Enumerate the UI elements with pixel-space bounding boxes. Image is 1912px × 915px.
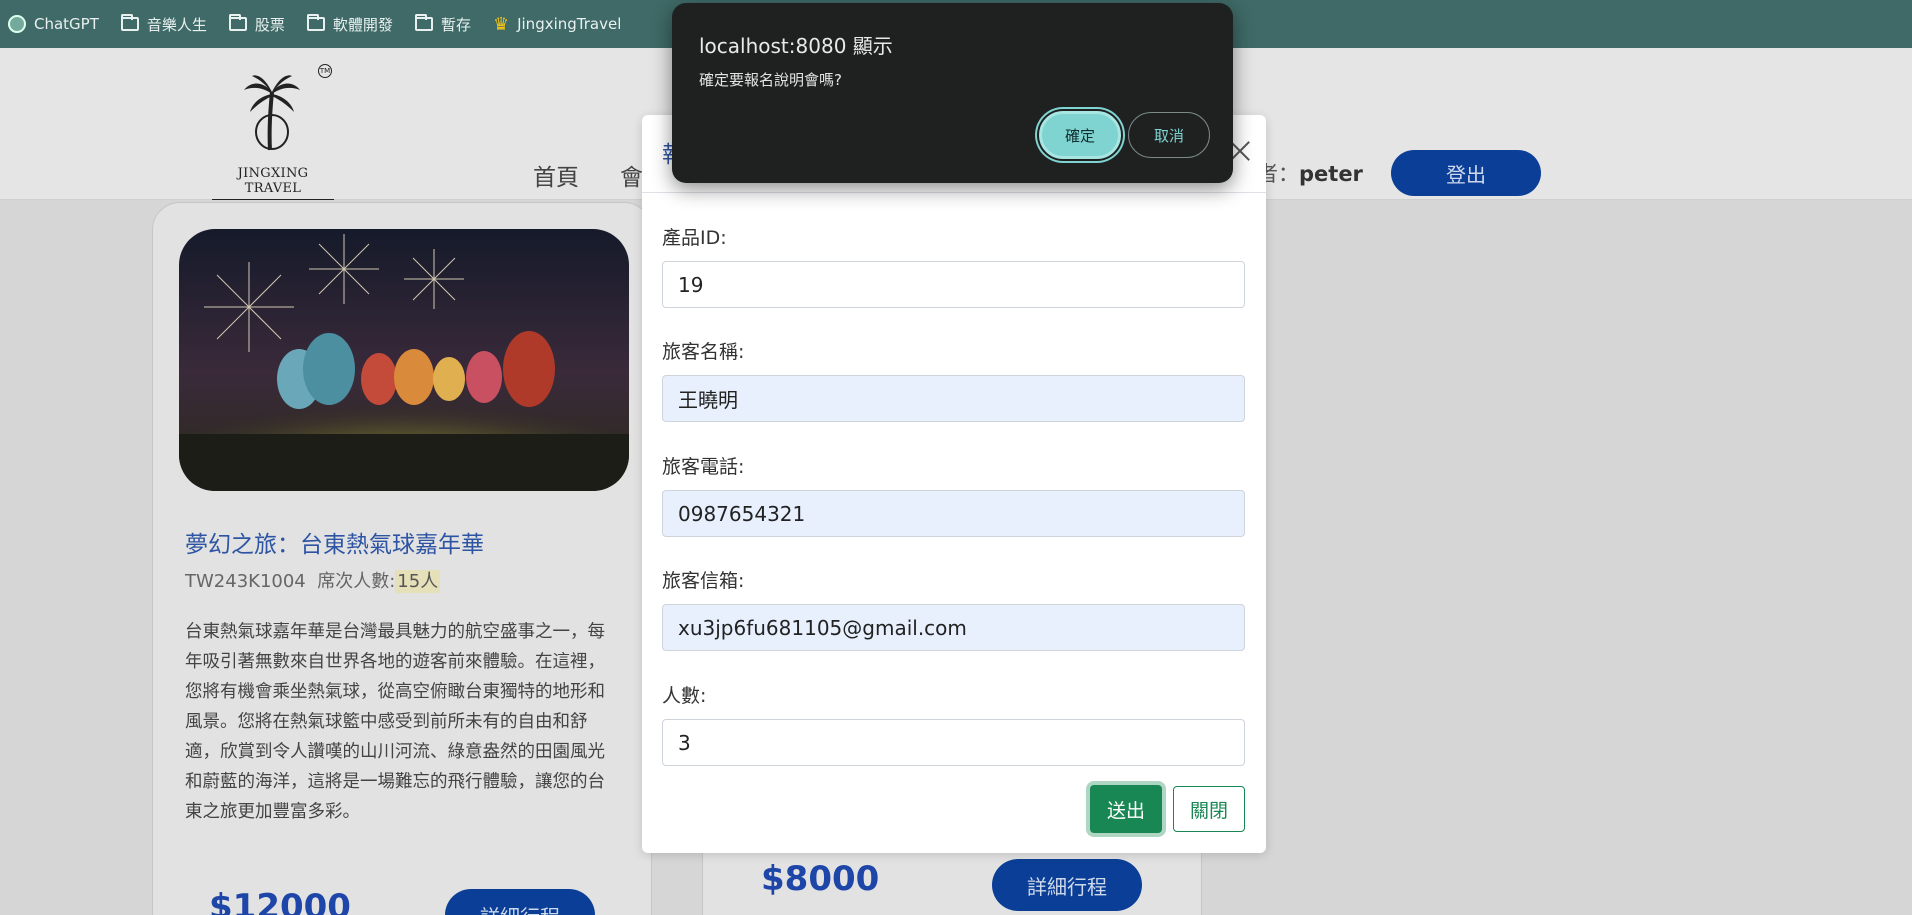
bookmark-folder-software[interactable]: 軟體開發 <box>306 14 393 35</box>
product-id-label: 產品ID: <box>662 227 727 249</box>
site-logo[interactable]: TM JINGXING TRAVEL <box>212 62 334 200</box>
card-subtitle: TW243K1004 席次人數: 15人 <box>185 567 441 593</box>
confirm-dialog: localhost:8080 顯示 確定要報名說明會嗎? 確定 取消 <box>672 3 1233 183</box>
card-description: 台東熱氣球嘉年華是台灣最具魅力的航空盛事之一，每年吸引著無數來自世界各地的遊客前… <box>185 622 605 822</box>
dialog-title: localhost:8080 顯示 <box>699 34 893 58</box>
crown-icon: ♛ <box>492 13 510 35</box>
traveler-email-input[interactable] <box>662 604 1245 651</box>
registration-modal: 報 產品ID: 旅客名稱: 旅客電話: 旅客信箱: 人數: 送出 關閉 <box>642 115 1266 853</box>
card-price: $12000 <box>209 887 351 915</box>
traveler-name-input[interactable] <box>662 375 1245 422</box>
close-button[interactable]: 關閉 <box>1173 786 1245 832</box>
traveler-phone-input[interactable] <box>662 490 1245 537</box>
product-image <box>179 229 629 491</box>
confirm-cancel-button[interactable]: 取消 <box>1128 112 1210 158</box>
product-code: TW243K1004 <box>185 571 306 592</box>
bookmark-label: 暫存 <box>440 15 471 34</box>
bookmark-label: 音樂人生 <box>146 15 207 34</box>
confirm-ok-button[interactable]: 確定 <box>1039 111 1121 159</box>
product-id-input[interactable] <box>662 261 1245 308</box>
submit-button[interactable]: 送出 <box>1090 785 1162 833</box>
logo-text: JINGXING TRAVEL <box>212 166 334 200</box>
folder-icon <box>414 14 433 31</box>
folder-icon <box>306 14 325 31</box>
nav-home[interactable]: 首頁 <box>533 158 579 192</box>
bookmark-label: 軟體開發 <box>332 15 393 34</box>
bookmark-label: ChatGPT <box>34 15 99 33</box>
traveler-phone-label: 旅客電話: <box>662 456 745 478</box>
product-card: 夢幻之旅：台東熱氣球嘉年華 TW243K1004 席次人數: 15人 台東熱氣球嘉… <box>152 202 652 915</box>
fireworks-balloon-image <box>179 229 629 491</box>
party-size-input[interactable] <box>662 719 1245 766</box>
detail-button[interactable]: 詳細行程 <box>445 889 595 915</box>
card-price: $8000 <box>761 859 880 899</box>
traveler-email-label: 旅客信箱: <box>662 570 745 592</box>
palm-tree-icon <box>244 75 300 151</box>
party-size-label: 人數: <box>662 685 707 707</box>
logout-button[interactable]: 登出 <box>1391 150 1541 196</box>
traveler-name-label: 旅客名稱: <box>662 341 745 363</box>
bookmark-folder-temp[interactable]: 暫存 <box>414 14 471 35</box>
chatgpt-icon <box>8 15 26 33</box>
seats-label: 席次人數: <box>317 571 396 592</box>
bookmark-chatgpt[interactable]: ChatGPT <box>8 15 99 33</box>
folder-icon <box>120 14 139 31</box>
bookmark-folder-stocks[interactable]: 股票 <box>228 14 285 35</box>
bookmark-label: 股票 <box>254 15 285 34</box>
detail-button[interactable]: 詳細行程 <box>992 859 1142 911</box>
card-title[interactable]: 夢幻之旅：台東熱氣球嘉年華 <box>185 525 484 559</box>
trademark-mark: TM <box>318 64 332 78</box>
dialog-message: 確定要報名說明會嗎? <box>699 71 842 89</box>
bookmark-jingxing[interactable]: ♛ JingxingTravel <box>493 14 621 35</box>
user-name: peter <box>1299 162 1363 186</box>
bookmark-folder-music[interactable]: 音樂人生 <box>120 14 207 35</box>
seats-value: 15人 <box>395 570 441 593</box>
folder-icon <box>228 14 247 31</box>
bookmark-label: JingxingTravel <box>517 15 622 33</box>
